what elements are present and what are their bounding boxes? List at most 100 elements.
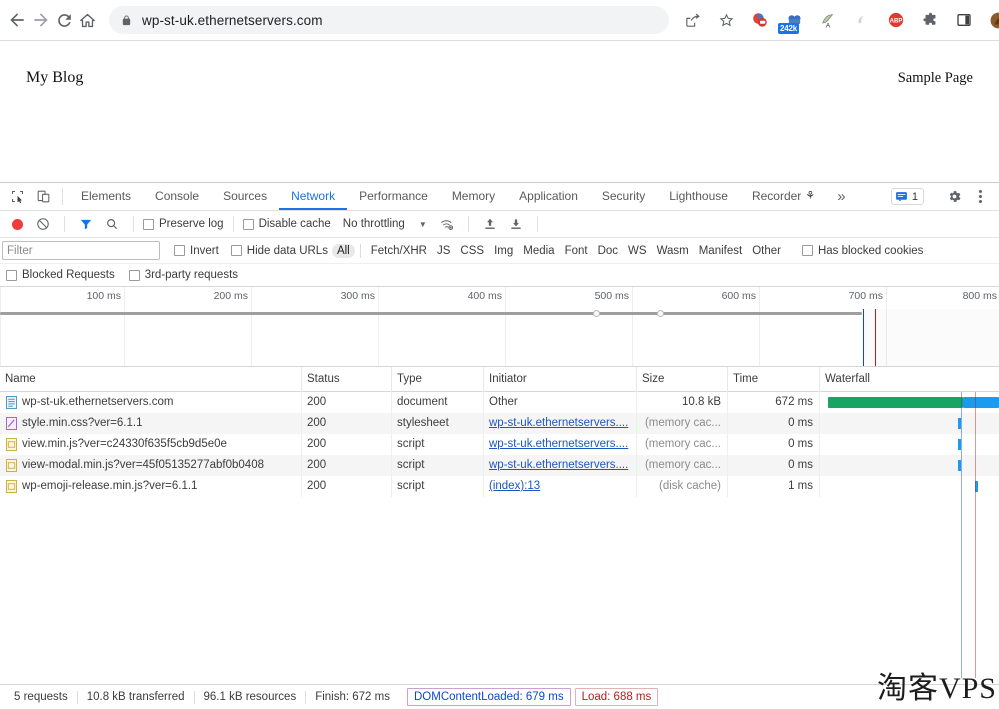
search-icon[interactable] <box>100 212 124 236</box>
throttling-value: No throttling <box>342 218 405 230</box>
table-row[interactable]: view-modal.min.js?ver=45f05135277abf0b04… <box>0 455 999 476</box>
overview-handle-right[interactable] <box>657 310 664 317</box>
lock-icon <box>121 14 132 27</box>
nav-link-sample-page[interactable]: Sample Page <box>898 70 973 87</box>
network-overview-timeline[interactable]: 100 ms 200 ms 300 ms 400 ms 500 ms 600 m… <box>0 287 999 367</box>
device-toolbar-icon[interactable] <box>30 184 56 210</box>
cell-waterfall <box>820 434 999 455</box>
extensions-puzzle-icon[interactable] <box>916 6 944 34</box>
tab-network[interactable]: Network <box>279 183 348 210</box>
bookmark-star-icon[interactable] <box>712 6 740 34</box>
tab-sources[interactable]: Sources <box>211 183 279 210</box>
filter-type-all[interactable]: All <box>331 243 355 258</box>
site-title[interactable]: My Blog <box>26 69 83 87</box>
toolbar-divider-5 <box>536 216 538 232</box>
column-header-time[interactable]: Time <box>728 366 820 392</box>
share-icon[interactable] <box>678 6 706 34</box>
tab-label: Memory <box>451 188 496 203</box>
tab-performance[interactable]: Performance <box>347 183 440 210</box>
gear-icon[interactable] <box>941 184 967 210</box>
more-tabs-icon[interactable]: » <box>827 183 855 210</box>
overview-selection-bar[interactable] <box>0 312 862 315</box>
cell-status: 200 <box>302 476 392 497</box>
tab-label: Network <box>291 188 336 203</box>
filter-type-wasm[interactable]: Wasm <box>652 244 694 258</box>
tab-recorder[interactable]: Recorder ⚘ <box>740 183 827 210</box>
forward-button[interactable] <box>31 3 51 37</box>
network-conditions-icon[interactable] <box>435 212 459 236</box>
inspect-element-icon[interactable] <box>4 184 30 210</box>
table-row[interactable]: wp-st-uk.ethernetservers.com 200 documen… <box>0 392 999 413</box>
column-header-status[interactable]: Status <box>302 366 392 392</box>
throttling-dropdown[interactable]: No throttling ▼ <box>343 218 427 230</box>
extension-gray-icon[interactable] <box>848 6 876 34</box>
column-header-type[interactable]: Type <box>392 366 484 392</box>
filter-type-ws[interactable]: WS <box>623 244 652 258</box>
status-load: Load: 688 ms <box>574 688 659 706</box>
home-button[interactable] <box>78 3 97 37</box>
extension-grammar-icon[interactable]: A <box>814 6 842 34</box>
devtools-tabbar: Elements Console Sources Network Perform… <box>0 183 999 211</box>
tabbar-divider <box>62 188 63 205</box>
clear-button[interactable] <box>31 212 55 236</box>
checkbox-box <box>143 218 154 230</box>
extension-counter-icon[interactable]: 242k <box>778 6 808 34</box>
filter-input[interactable] <box>2 241 160 260</box>
initiator-link[interactable]: wp-st-uk.ethernetservers.... <box>489 413 636 434</box>
overview-tick-label: 100 ms <box>86 290 121 302</box>
cell-status: 200 <box>302 455 392 476</box>
filter-type-css[interactable]: CSS <box>455 244 489 258</box>
blocked-requests-checkbox[interactable]: Blocked Requests <box>6 269 115 281</box>
toolbar-divider-1 <box>64 216 65 232</box>
invert-checkbox[interactable]: Invert <box>174 245 219 257</box>
filter-type-doc[interactable]: Doc <box>593 244 623 258</box>
has-blocked-cookies-label: Has blocked cookies <box>817 244 924 257</box>
tab-elements[interactable]: Elements <box>69 183 143 210</box>
devtools-menu-icon[interactable] <box>967 184 993 210</box>
hide-data-urls-checkbox[interactable]: Hide data URLs <box>230 245 328 257</box>
tab-memory[interactable]: Memory <box>440 183 507 210</box>
filter-type-font[interactable]: Font <box>560 244 593 258</box>
column-header-initiator[interactable]: Initiator <box>484 366 637 392</box>
filter-type-fetch-xhr[interactable]: Fetch/XHR <box>366 244 432 258</box>
cell-type: script <box>392 476 484 497</box>
console-messages-badge[interactable]: 1 <box>890 188 924 205</box>
filter-type-js[interactable]: JS <box>432 244 455 258</box>
record-button[interactable] <box>5 212 29 236</box>
overview-handle-left[interactable] <box>593 310 600 317</box>
tab-label: Console <box>155 188 200 203</box>
filter-type-other[interactable]: Other <box>747 244 786 258</box>
table-row[interactable]: wp-emoji-release.min.js?ver=6.1.1 200 sc… <box>0 476 999 497</box>
export-har-icon[interactable] <box>504 212 528 236</box>
third-party-requests-checkbox[interactable]: 3rd-party requests <box>128 269 238 281</box>
address-bar[interactable]: wp-st-uk.ethernetservers.com <box>109 6 669 34</box>
filter-toggle-icon[interactable] <box>74 212 98 236</box>
initiator-link[interactable]: (index):13 <box>489 476 636 497</box>
table-row[interactable]: style.min.css?ver=6.1.1 200 stylesheet w… <box>0 413 999 434</box>
cell-name: style.min.css?ver=6.1.1 <box>0 413 302 434</box>
sidebar-toggle-icon[interactable] <box>950 6 978 34</box>
preserve-log-checkbox[interactable]: Preserve log <box>143 218 224 230</box>
extension-colorzilla-icon[interactable] <box>746 6 774 34</box>
reload-button[interactable] <box>55 3 74 37</box>
initiator-link[interactable]: wp-st-uk.ethernetservers.... <box>489 455 636 476</box>
tab-security[interactable]: Security <box>590 183 657 210</box>
tab-console[interactable]: Console <box>143 183 211 210</box>
back-button[interactable] <box>7 3 27 37</box>
filter-type-img[interactable]: Img <box>489 244 518 258</box>
disable-cache-checkbox[interactable]: Disable cache <box>242 218 331 230</box>
column-header-size[interactable]: Size <box>637 366 728 392</box>
tab-lighthouse[interactable]: Lighthouse <box>657 183 740 210</box>
profile-avatar[interactable] <box>984 6 999 34</box>
tab-application[interactable]: Application <box>507 183 590 210</box>
table-row[interactable]: view.min.js?ver=c24330f635f5cb9d5e0e 200… <box>0 434 999 455</box>
initiator-link[interactable]: wp-st-uk.ethernetservers.... <box>489 434 636 455</box>
column-header-waterfall[interactable]: Waterfall <box>820 367 999 392</box>
column-header-name[interactable]: Name <box>0 366 302 392</box>
extension-adblock-icon[interactable]: ABP <box>882 6 910 34</box>
has-blocked-cookies-checkbox[interactable]: Has blocked cookies <box>801 244 924 257</box>
filter-type-media[interactable]: Media <box>518 244 559 258</box>
filter-type-manifest[interactable]: Manifest <box>694 244 747 258</box>
import-har-icon[interactable] <box>478 212 502 236</box>
document-icon <box>6 396 17 409</box>
